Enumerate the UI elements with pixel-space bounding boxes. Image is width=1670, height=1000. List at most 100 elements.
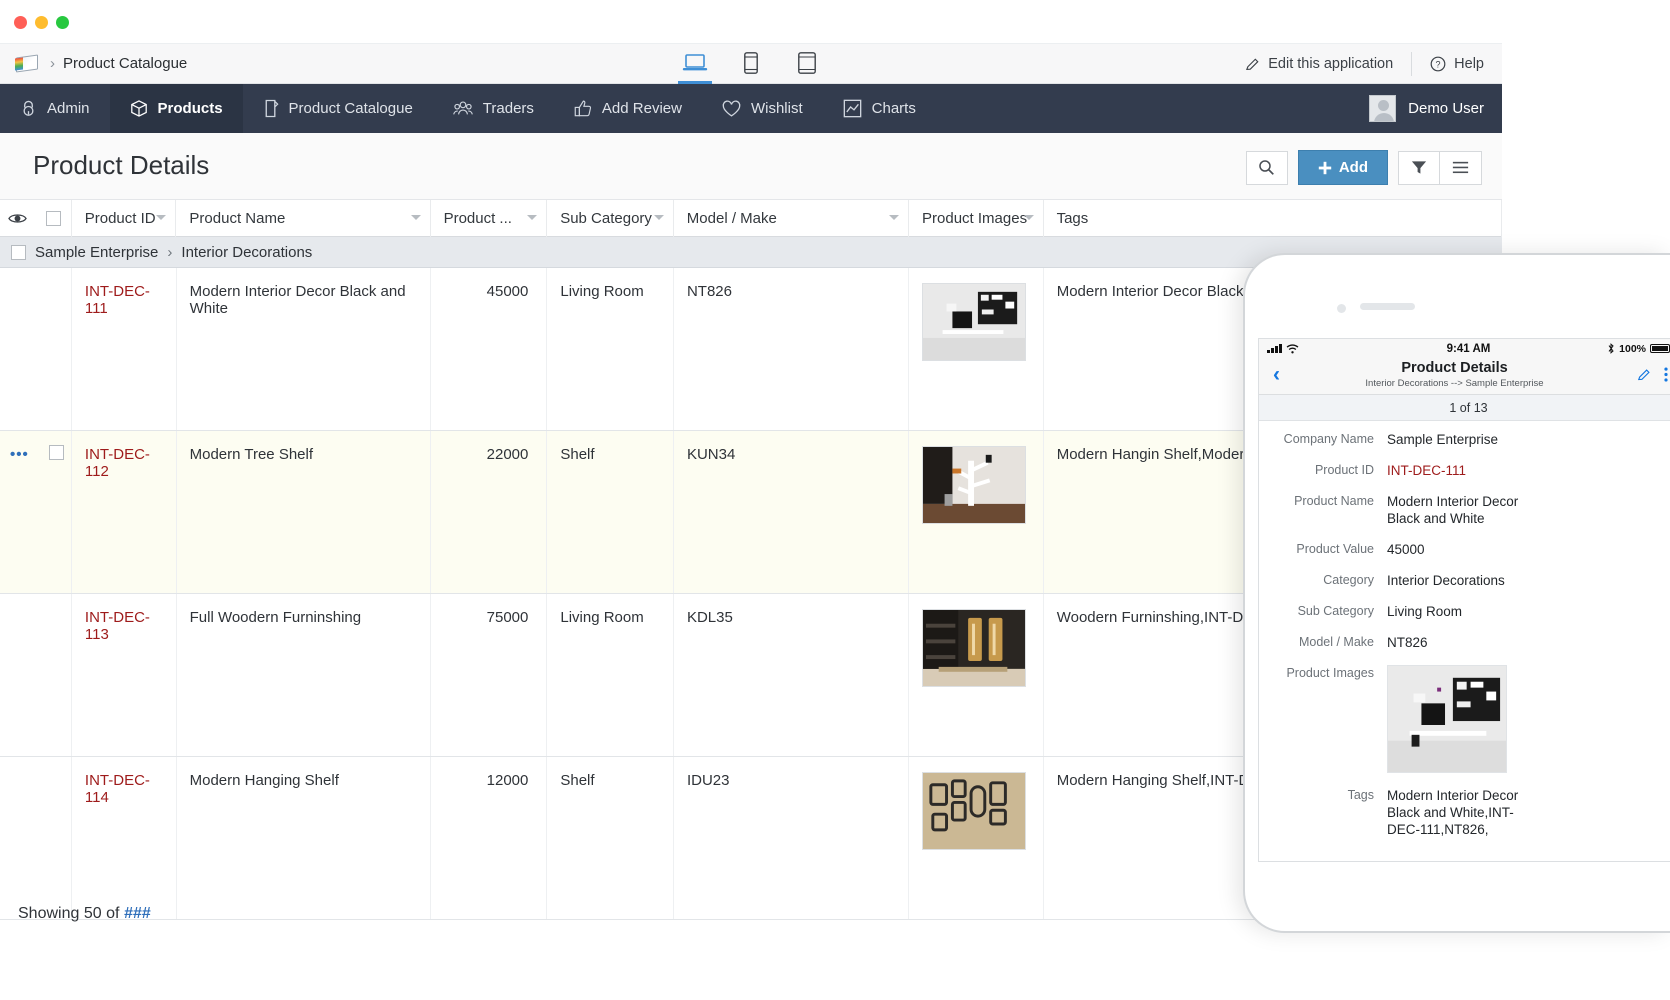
field-label: Product Images [1286, 666, 1374, 680]
phone-preview-mockup: 9:41 AM 100% ‹ Product Details Interior … [1243, 253, 1670, 933]
nav-item-product-catalogue[interactable]: Product Catalogue [243, 84, 433, 133]
field-product-images: Product Images [1259, 665, 1670, 787]
column-label: Product Name [189, 209, 286, 227]
breadcrumb[interactable]: Product Catalogue [63, 55, 187, 72]
application-bar: › Product Catalogue Edit this applicatio… [0, 44, 1502, 84]
nav-item-traders[interactable]: Traders [433, 84, 554, 133]
nav-label-wishlist: Wishlist [750, 100, 803, 117]
help-button[interactable]: ? Help [1412, 44, 1502, 84]
user-menu[interactable]: Demo User [1369, 84, 1484, 133]
more-options-button[interactable] [1440, 150, 1482, 185]
add-button[interactable]: Add [1297, 150, 1388, 185]
device-tab-desktop[interactable] [678, 46, 712, 84]
field-value[interactable]: INT-DEC-111 [1387, 462, 1668, 479]
column-header-product-images[interactable]: Product Images [909, 199, 1044, 237]
pencil-icon [1637, 368, 1650, 380]
cell-product-id[interactable]: INT-DEC-112 [72, 431, 177, 593]
column-label: Tags [1056, 209, 1089, 227]
nav-item-wishlist[interactable]: Wishlist [702, 84, 823, 133]
product-thumbnail-image[interactable] [922, 446, 1027, 524]
field-label: Sub Category [1297, 604, 1374, 618]
hamburger-menu-icon [1452, 161, 1469, 174]
cell-product-image[interactable] [909, 431, 1044, 593]
mobile-phone-icon [744, 52, 758, 74]
bluetooth-icon [1608, 343, 1614, 354]
cell-product-name: Modern Interior Decor Black and White [177, 268, 431, 430]
device-tab-tablet[interactable] [790, 46, 824, 84]
product-detail-thumbnail[interactable] [1387, 665, 1507, 773]
search-button[interactable] [1245, 150, 1288, 185]
svg-text:?: ? [1436, 60, 1441, 70]
nav-item-add-review[interactable]: Add Review [554, 84, 702, 133]
cell-product-name: Modern Tree Shelf [177, 431, 431, 593]
more-actions-button[interactable] [1664, 367, 1668, 387]
record-count-value: ### [123, 905, 151, 922]
breadcrumb-separator: › [50, 55, 55, 72]
cell-product-image[interactable] [909, 594, 1044, 756]
record-count-footer: Showing 50 of ### [18, 905, 151, 923]
column-header-model-make[interactable]: Model / Make [674, 199, 910, 237]
field-value: Interior Decorations [1387, 573, 1505, 588]
back-button[interactable]: ‹ [1273, 363, 1280, 387]
product-thumbnail-image[interactable] [922, 609, 1027, 687]
cell-product-id[interactable]: INT-DEC-114 [72, 757, 177, 919]
column-header-product-id[interactable]: Product ID [72, 199, 177, 237]
field-value: Modern Interior Decor Black and White,IN… [1387, 788, 1519, 837]
chevron-down-icon[interactable] [410, 214, 421, 220]
checkbox[interactable] [45, 210, 61, 226]
phone-detail-form: Company Name Sample Enterprise Product I… [1259, 421, 1670, 852]
funnel-icon [1411, 161, 1427, 174]
nav-item-products[interactable]: Products [109, 84, 243, 133]
product-thumbnail-image[interactable] [922, 283, 1027, 361]
chevron-down-icon[interactable] [156, 214, 167, 220]
cell-sub-category: Living Room [547, 268, 674, 430]
select-all-header-checkbox[interactable] [36, 199, 72, 237]
nav-label-product-catalogue: Product Catalogue [288, 100, 413, 117]
nav-item-charts[interactable]: Charts [823, 84, 936, 133]
main-navigation-bar: Admin Products Product Catalogue Traders… [0, 84, 1502, 133]
cell-model-make: NT826 [674, 268, 910, 430]
cell-sub-category: Shelf [547, 757, 674, 919]
record-pager: 1 of 13 [1259, 395, 1670, 421]
cell-product-id[interactable]: INT-DEC-111 [72, 268, 177, 430]
product-thumbnail-image[interactable] [922, 772, 1027, 850]
chevron-down-icon[interactable] [653, 214, 664, 220]
os-titlebar [0, 0, 1502, 44]
cell-product-image[interactable] [909, 268, 1044, 430]
page-title: Product Details [33, 150, 210, 180]
add-button-label: Add [1338, 159, 1368, 176]
chevron-down-icon[interactable] [527, 214, 538, 220]
laptop-icon [682, 54, 708, 71]
chevron-down-icon[interactable] [1023, 214, 1034, 220]
zoom-window-button[interactable] [56, 16, 69, 29]
phone-camera-icon [1337, 304, 1346, 313]
cell-product-value: 12000 [431, 757, 548, 919]
field-tags: Tags Modern Interior Decor Black and Whi… [1259, 787, 1670, 852]
minimize-window-button[interactable] [35, 16, 48, 29]
app-logo-icon[interactable] [14, 53, 40, 74]
nav-label-add-review: Add Review [601, 100, 682, 117]
edit-application-button[interactable]: Edit this application [1227, 44, 1411, 84]
device-tab-phone[interactable] [734, 46, 768, 84]
column-visibility-toggle[interactable] [0, 200, 36, 237]
row-checkbox[interactable] [48, 445, 64, 460]
edit-application-label: Edit this application [1268, 56, 1394, 72]
filter-button[interactable] [1398, 150, 1440, 185]
column-header-product-name[interactable]: Product Name [176, 199, 431, 237]
group-category: Interior Decorations [181, 243, 313, 261]
cell-product-image[interactable] [909, 757, 1044, 919]
column-header-sub-category[interactable]: Sub Category [547, 199, 674, 237]
close-window-button[interactable] [14, 16, 27, 29]
chevron-down-icon[interactable] [889, 214, 900, 220]
cell-product-value: 45000 [431, 268, 548, 430]
nav-item-admin[interactable]: Admin [0, 84, 110, 133]
column-header-tags[interactable]: Tags [1044, 199, 1502, 237]
group-company: Sample Enterprise [35, 243, 159, 261]
field-label: Model / Make [1298, 635, 1374, 649]
column-header-product-value[interactable]: Product ... [431, 199, 548, 237]
edit-record-button[interactable] [1637, 368, 1651, 387]
group-row-checkbox[interactable] [11, 244, 26, 260]
battery-full-icon [1650, 343, 1670, 354]
cell-product-id[interactable]: INT-DEC-113 [72, 594, 177, 756]
row-actions-button[interactable]: ••• [10, 447, 29, 462]
